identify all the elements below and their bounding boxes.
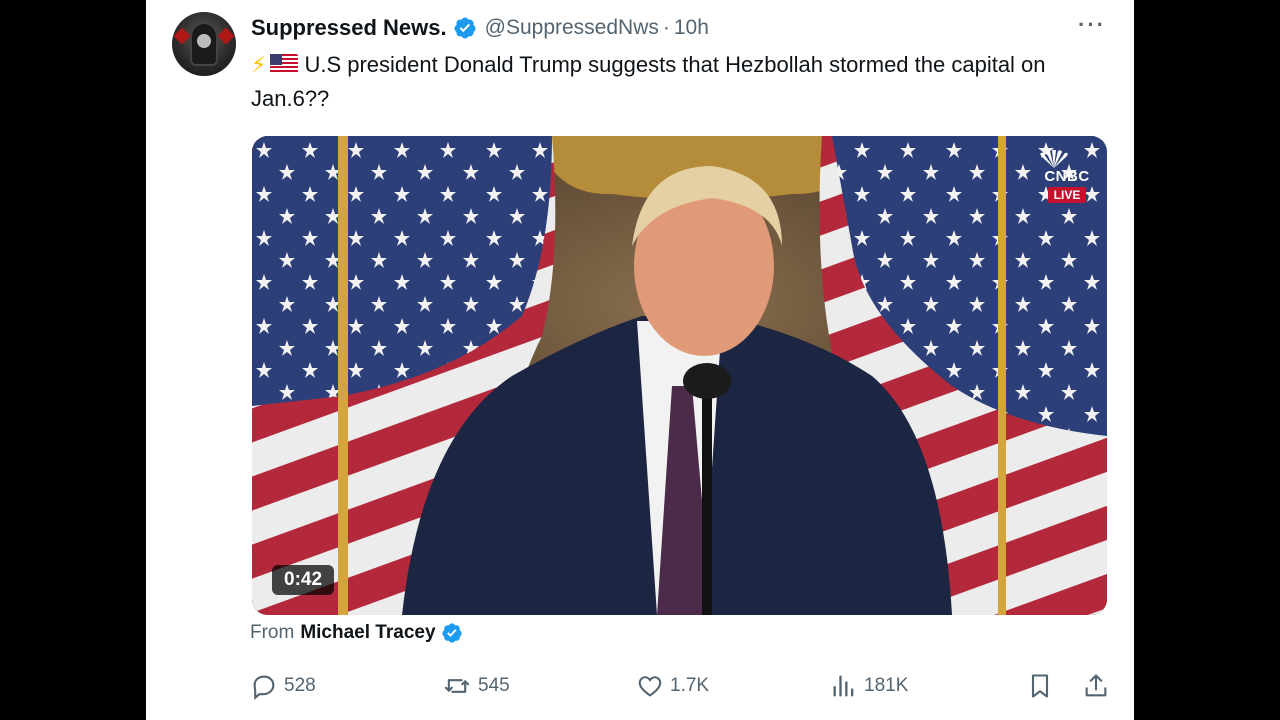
verified-badge-icon <box>441 622 463 644</box>
verified-badge-icon <box>453 16 477 40</box>
repost-icon <box>444 679 470 693</box>
like-icon <box>638 676 662 697</box>
video-duration: 0:42 <box>272 565 335 595</box>
views-count: 181K <box>864 675 909 696</box>
reply-button[interactable]: 528 <box>250 672 316 700</box>
live-badge: LIVE <box>1047 187 1087 203</box>
reply-count: 528 <box>284 675 316 696</box>
reply-icon <box>253 675 275 700</box>
like-count: 1.7K <box>670 675 710 696</box>
lightning-emoji-icon: ⚡ <box>251 52 267 77</box>
action-bar: 528 545 1.7K 181K <box>250 672 1108 706</box>
views-icon <box>833 675 854 697</box>
page: Suppressed News. @SuppressedNws · 10h ··… <box>0 0 1280 720</box>
tweet-body: U.S president Donald Trump suggests that… <box>251 52 1046 111</box>
video-player[interactable]: CNBC LIVE 0:42 <box>252 136 1107 615</box>
video-frame <box>252 136 1107 615</box>
bookmark-button[interactable] <box>1026 672 1060 700</box>
us-flag-emoji-icon <box>270 54 299 74</box>
tweet-card[interactable]: Suppressed News. @SuppressedNws · 10h ··… <box>146 0 1134 720</box>
network-logo: CNBC LIVE <box>1037 150 1097 204</box>
bookmark-icon <box>1031 674 1049 698</box>
repost-count: 545 <box>478 675 510 696</box>
like-button[interactable]: 1.7K <box>636 672 709 700</box>
dot-separator: · <box>662 16 670 39</box>
video-attribution: From Michael Tracey <box>250 622 463 644</box>
source-author-link[interactable]: Michael Tracey <box>300 622 435 644</box>
timestamp[interactable]: 10h <box>674 16 709 40</box>
from-label: From <box>250 622 295 643</box>
repost-button[interactable]: 545 <box>442 672 510 700</box>
more-icon[interactable]: ··· <box>1078 12 1106 38</box>
share-icon <box>1085 674 1107 697</box>
author-name[interactable]: Suppressed News. <box>251 15 447 41</box>
peacock-icon <box>1037 150 1097 168</box>
share-button[interactable] <box>1082 672 1116 700</box>
avatar[interactable] <box>172 12 236 76</box>
network-name: CNBC <box>1044 168 1090 185</box>
handle[interactable]: @SuppressedNws <box>485 16 659 40</box>
tweet-text: ⚡ U.S president Donald Trump suggests tha… <box>251 48 1091 116</box>
views-button[interactable]: 181K <box>830 672 908 700</box>
tweet-header: Suppressed News. @SuppressedNws · 10h <box>251 14 709 42</box>
